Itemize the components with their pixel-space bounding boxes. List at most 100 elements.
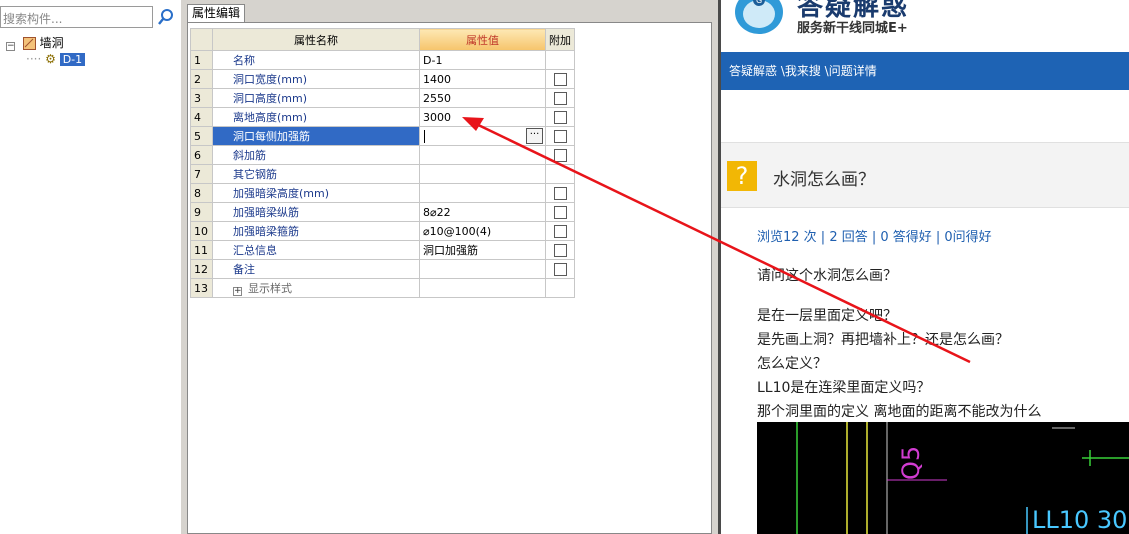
tree-label-selected: D-1: [59, 53, 86, 66]
table-row[interactable]: 11 汇总信息 洞口加强筋: [190, 240, 575, 260]
text-cursor: [424, 129, 429, 143]
property-value[interactable]: ⌀10@100(4): [419, 221, 546, 241]
add-checkbox[interactable]: [553, 186, 567, 200]
cad-label-ll10: LL10 300: [1032, 506, 1129, 534]
add-cell: [545, 221, 575, 241]
row-number: 10: [190, 221, 213, 241]
row-number: 11: [190, 240, 213, 260]
property-value[interactable]: [419, 183, 546, 203]
property-name[interactable]: + 显示样式: [212, 278, 420, 298]
table-row[interactable]: 6 斜加筋: [190, 145, 575, 165]
search-icon[interactable]: [157, 8, 175, 26]
tree-label: 墙洞: [39, 36, 64, 50]
property-name[interactable]: 其它钢筋: [212, 164, 420, 184]
property-value[interactable]: [419, 164, 546, 184]
add-checkbox[interactable]: [553, 148, 567, 162]
property-value[interactable]: ···: [419, 126, 546, 146]
table-row[interactable]: 2 洞口宽度(mm) 1400: [190, 69, 575, 89]
property-value[interactable]: 3000: [419, 107, 546, 127]
add-cell: [545, 107, 575, 127]
tree-node-wall-hole[interactable]: − 墙洞: [6, 35, 64, 51]
row-number: 1: [190, 50, 213, 70]
svg-text:G: G: [756, 0, 762, 5]
add-checkbox[interactable]: [553, 205, 567, 219]
add-cell: [545, 145, 575, 165]
cad-label-q5: Q5: [897, 445, 925, 480]
table-row[interactable]: 1 名称 D-1: [190, 50, 575, 70]
property-value[interactable]: 8⌀22: [419, 202, 546, 222]
search-placeholder: 搜索构件...: [3, 12, 63, 26]
property-name[interactable]: 汇总信息: [212, 240, 420, 260]
property-name[interactable]: 加强暗梁高度(mm): [212, 183, 420, 203]
add-cell: [545, 240, 575, 260]
table-row[interactable]: 5 洞口每侧加强筋 ···: [190, 126, 575, 146]
table-row[interactable]: 4 离地高度(mm) 3000: [190, 107, 575, 127]
question-line: 那个洞里面的定义 离地面的距离不能改为什么: [757, 404, 1042, 420]
row-number: 5: [190, 126, 213, 146]
brand-subtitle: 服务新干线同城E+: [797, 21, 908, 36]
breadcrumb[interactable]: 答疑解惑 \我来搜 \问题详情: [721, 52, 1129, 90]
question-line: 是先画上洞？再把墙补上？还是怎么画？: [757, 332, 1009, 348]
question-icon: ?: [727, 161, 757, 191]
table-row[interactable]: 12 备注: [190, 259, 575, 279]
question-body: 请问这个水洞怎么画？: [757, 268, 897, 284]
property-name[interactable]: 洞口高度(mm): [212, 88, 420, 108]
add-checkbox[interactable]: [553, 72, 567, 86]
property-value[interactable]: [419, 145, 546, 165]
property-value[interactable]: [419, 259, 546, 279]
add-cell: [545, 69, 575, 89]
header-name[interactable]: 属性名称: [212, 28, 420, 51]
table-row[interactable]: 7 其它钢筋: [190, 164, 575, 184]
row-number: 6: [190, 145, 213, 165]
add-checkbox[interactable]: [553, 243, 567, 257]
question-line: LL10是在连梁里面定义吗？: [757, 380, 931, 396]
table-row[interactable]: 3 洞口高度(mm) 2550: [190, 88, 575, 108]
row-number: 3: [190, 88, 213, 108]
tab-property-edit[interactable]: 属性编辑: [187, 4, 245, 22]
property-name[interactable]: 备注: [212, 259, 420, 279]
ellipsis-button[interactable]: ···: [526, 128, 543, 144]
property-name[interactable]: 斜加筋: [212, 145, 420, 165]
property-table: 属性名称 属性值 附加 1 名称 D-1 2 洞口宽度(mm) 1400 3 洞口高度(mm)…: [190, 28, 575, 298]
property-name[interactable]: 加强暗梁箍筋: [212, 221, 420, 241]
property-name[interactable]: 名称: [212, 50, 420, 70]
tree-node-d1[interactable]: ···· ⚙ D-1: [26, 51, 86, 67]
table-header: 属性名称 属性值 附加: [190, 28, 575, 51]
header-value[interactable]: 属性值: [419, 28, 546, 51]
search-input[interactable]: 搜索构件...: [0, 6, 153, 28]
property-value[interactable]: [419, 278, 546, 298]
property-value[interactable]: 洞口加强筋: [419, 240, 546, 260]
add-checkbox[interactable]: [553, 129, 567, 143]
add-cell: [545, 164, 575, 184]
component-tree-panel: 搜索构件... − 墙洞 ···· ⚙ D-1: [0, 0, 182, 534]
property-name[interactable]: 离地高度(mm): [212, 107, 420, 127]
property-name[interactable]: 洞口宽度(mm): [212, 69, 420, 89]
property-value[interactable]: 1400: [419, 69, 546, 89]
table-row[interactable]: 13 + 显示样式: [190, 278, 575, 298]
question-line: 怎么定义？: [757, 356, 827, 372]
brand-logo-icon: G: [735, 0, 783, 34]
row-number: 4: [190, 107, 213, 127]
add-cell: [545, 126, 575, 146]
add-checkbox[interactable]: [553, 224, 567, 238]
add-checkbox[interactable]: [553, 110, 567, 124]
add-checkbox[interactable]: [553, 262, 567, 276]
property-value[interactable]: D-1: [419, 50, 546, 70]
question-stats[interactable]: 浏览12 次 | 2 回答 | 0 答得好 | 0问得好: [757, 226, 992, 245]
expand-icon[interactable]: +: [233, 287, 242, 296]
property-name-label: 显示样式: [248, 282, 292, 295]
property-name[interactable]: 加强暗梁纵筋: [212, 202, 420, 222]
row-number: 9: [190, 202, 213, 222]
table-row[interactable]: 10 加强暗梁箍筋 ⌀10@100(4): [190, 221, 575, 241]
collapse-icon[interactable]: −: [6, 42, 15, 51]
row-number: 2: [190, 69, 213, 89]
add-checkbox[interactable]: [553, 91, 567, 105]
property-value[interactable]: 2550: [419, 88, 546, 108]
row-number: 13: [190, 278, 213, 298]
header-add[interactable]: 附加: [545, 28, 575, 51]
row-number: 12: [190, 259, 213, 279]
table-row[interactable]: 8 加强暗梁高度(mm): [190, 183, 575, 203]
table-row[interactable]: 9 加强暗梁纵筋 8⌀22: [190, 202, 575, 222]
qa-web-page: G 答疑解惑 服务新干线同城E+ 答疑解惑 \我来搜 \问题详情 ? 水洞怎么画…: [718, 0, 1129, 534]
property-name[interactable]: 洞口每侧加强筋: [212, 126, 420, 146]
